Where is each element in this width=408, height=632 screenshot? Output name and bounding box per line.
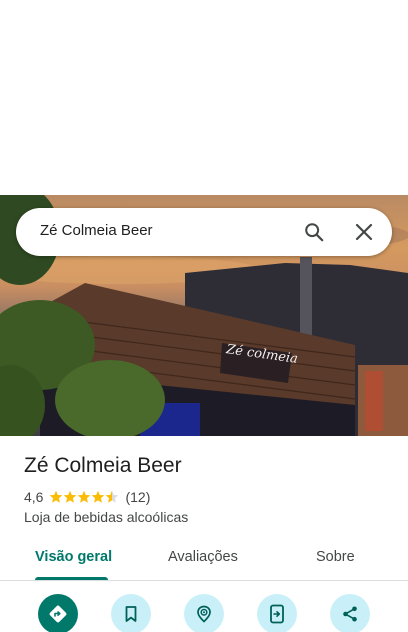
save-button[interactable] xyxy=(111,594,151,632)
share-icon xyxy=(343,606,357,622)
search-icon[interactable] xyxy=(300,218,328,246)
place-category[interactable]: Loja de bebidas alcoólicas xyxy=(24,509,188,525)
rating-row[interactable]: 4,6 (12) xyxy=(24,488,150,506)
directions-icon xyxy=(49,605,67,623)
close-icon[interactable] xyxy=(350,218,378,246)
tab-reviews[interactable]: Avaliações xyxy=(168,549,238,565)
tab-about[interactable]: Sobre xyxy=(316,549,355,565)
review-count[interactable]: (12) xyxy=(125,489,150,505)
nearby-button[interactable] xyxy=(184,594,224,632)
star-rating xyxy=(49,490,119,504)
send-to-phone-button[interactable] xyxy=(257,594,297,632)
directions-button[interactable] xyxy=(38,594,78,632)
send-to-phone-icon xyxy=(270,604,284,624)
share-button[interactable] xyxy=(330,594,370,632)
nearby-icon xyxy=(197,605,211,623)
place-title: Zé Colmeia Beer xyxy=(24,454,182,477)
place-page: Zé colmeia Zé Colmeia Beer Zé Colmeia Be… xyxy=(0,0,408,632)
search-input[interactable]: Zé Colmeia Beer xyxy=(40,222,153,239)
tab-bar: Visão geral Avaliações Sobre xyxy=(0,538,408,581)
search-bar[interactable]: Zé Colmeia Beer xyxy=(16,208,392,256)
bookmark-icon xyxy=(125,606,137,622)
action-bar xyxy=(0,594,408,632)
tab-overview[interactable]: Visão geral xyxy=(35,549,112,565)
rating-value: 4,6 xyxy=(24,489,44,505)
active-tab-indicator xyxy=(35,577,108,580)
stars-icon xyxy=(50,490,119,503)
